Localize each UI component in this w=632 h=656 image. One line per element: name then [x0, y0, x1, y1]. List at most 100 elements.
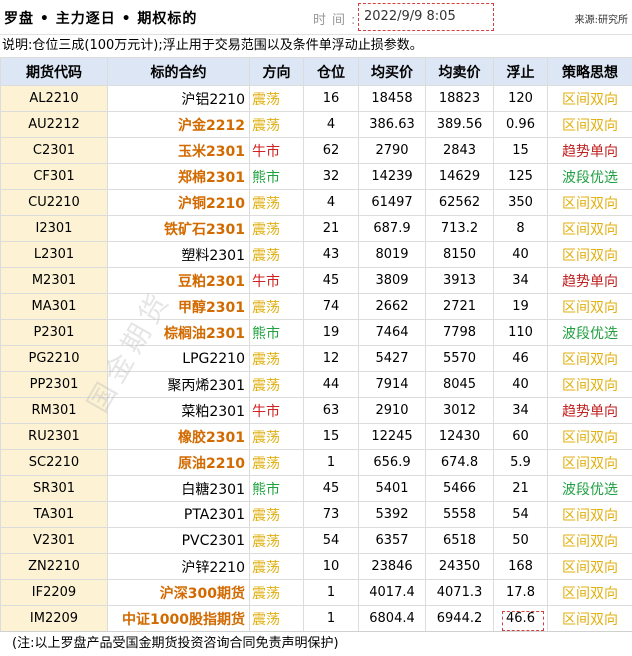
avg-sell-cell: 5558 — [426, 502, 494, 528]
table-row: PP2301聚丙烯2301震荡447914804540区间双向 — [1, 372, 632, 398]
code-cell: L2301 — [1, 242, 108, 268]
contract-cell: 塑料2301 — [108, 242, 250, 268]
table-row: I2301铁矿石2301震荡21687.9713.28区间双向 — [1, 216, 632, 242]
contract-cell: 棕榈油2301 — [108, 320, 250, 346]
code-cell: RM301 — [1, 398, 108, 424]
float-stop-cell: 34 — [494, 268, 548, 294]
contract-cell: 铁矿石2301 — [108, 216, 250, 242]
direction-cell: 熊市 — [250, 476, 304, 502]
direction-cell: 震荡 — [250, 424, 304, 450]
avg-sell-cell: 8045 — [426, 372, 494, 398]
col-header-position: 仓位 — [304, 58, 359, 86]
float-stop-cell: 40 — [494, 242, 548, 268]
position-cell: 44 — [304, 372, 359, 398]
table-row: M2301豆粕2301牛市453809391334趋势单向 — [1, 268, 632, 294]
avg-sell-cell: 14629 — [426, 164, 494, 190]
float-stop-cell: 34 — [494, 398, 548, 424]
footer-disclaimer: (注:以上罗盘产品受国金期货投资咨询合同免责声明保护) — [0, 631, 632, 656]
direction-cell: 震荡 — [250, 372, 304, 398]
avg-sell-cell: 5466 — [426, 476, 494, 502]
float-stop-cell: 125 — [494, 164, 548, 190]
position-cell: 16 — [304, 86, 359, 112]
strategy-cell: 区间双向 — [548, 606, 632, 632]
contract-cell: 沪铜2210 — [108, 190, 250, 216]
contract-cell: PVC2301 — [108, 528, 250, 554]
table-row: V2301PVC2301震荡546357651850区间双向 — [1, 528, 632, 554]
table-row: CU2210沪铜2210震荡46149762562350区间双向 — [1, 190, 632, 216]
avg-buy-cell: 386.63 — [359, 112, 426, 138]
strategy-cell: 区间双向 — [548, 294, 632, 320]
avg-sell-cell: 389.56 — [426, 112, 494, 138]
strategy-cell: 区间双向 — [548, 580, 632, 606]
direction-cell: 熊市 — [250, 320, 304, 346]
direction-cell: 震荡 — [250, 528, 304, 554]
avg-buy-cell: 23846 — [359, 554, 426, 580]
strategy-cell: 区间双向 — [548, 190, 632, 216]
strategy-cell: 波段优选 — [548, 164, 632, 190]
position-cell: 1 — [304, 580, 359, 606]
table-row: IM2209中证1000股指期货震荡16804.46944.246.6区间双向 — [1, 606, 632, 632]
contract-cell: 沪金2212 — [108, 112, 250, 138]
direction-cell: 牛市 — [250, 138, 304, 164]
code-cell: M2301 — [1, 268, 108, 294]
avg-sell-cell: 8150 — [426, 242, 494, 268]
code-cell: P2301 — [1, 320, 108, 346]
contract-cell: LPG2210 — [108, 346, 250, 372]
float-stop-cell: 50 — [494, 528, 548, 554]
strategy-cell: 趋势单向 — [548, 268, 632, 294]
direction-cell: 震荡 — [250, 502, 304, 528]
source-label: 来源:研究所 — [575, 11, 628, 26]
avg-sell-cell: 3012 — [426, 398, 494, 424]
direction-cell: 震荡 — [250, 554, 304, 580]
float-stop-cell: 40 — [494, 372, 548, 398]
strategy-cell: 区间双向 — [548, 112, 632, 138]
strategy-cell: 区间双向 — [548, 86, 632, 112]
code-cell: I2301 — [1, 216, 108, 242]
avg-sell-cell: 2721 — [426, 294, 494, 320]
avg-buy-cell: 4017.4 — [359, 580, 426, 606]
float-stop-cell: 110 — [494, 320, 548, 346]
code-cell: SR301 — [1, 476, 108, 502]
strategy-cell: 区间双向 — [548, 346, 632, 372]
position-cell: 73 — [304, 502, 359, 528]
avg-sell-cell: 3913 — [426, 268, 494, 294]
avg-sell-cell: 62562 — [426, 190, 494, 216]
table-row: MA301甲醇2301震荡742662272119区间双向 — [1, 294, 632, 320]
code-cell: RU2301 — [1, 424, 108, 450]
avg-buy-cell: 5427 — [359, 346, 426, 372]
table-row: PG2210LPG2210震荡125427557046区间双向 — [1, 346, 632, 372]
float-stop-cell: 350 — [494, 190, 548, 216]
position-cell: 4 — [304, 112, 359, 138]
note-text: 说明:仓位三成(100万元计);浮止用于交易范围以及条件单浮动止损参数。 — [0, 35, 632, 58]
float-stop-cell: 60 — [494, 424, 548, 450]
col-header-avg-sell: 均卖价 — [426, 58, 494, 86]
table-header-row: 期货代码 标的合约 方向 仓位 均买价 均卖价 浮止 策略思想 — [1, 58, 632, 86]
code-cell: IM2209 — [1, 606, 108, 632]
position-cell: 10 — [304, 554, 359, 580]
table-row: RM301菜粕2301牛市632910301234趋势单向 — [1, 398, 632, 424]
table-row: SC2210原油2210震荡1656.9674.85.9区间双向 — [1, 450, 632, 476]
strategy-cell: 趋势单向 — [548, 398, 632, 424]
code-cell: MA301 — [1, 294, 108, 320]
avg-buy-cell: 6357 — [359, 528, 426, 554]
avg-buy-cell: 2790 — [359, 138, 426, 164]
contract-cell: PTA2301 — [108, 502, 250, 528]
position-cell: 43 — [304, 242, 359, 268]
direction-cell: 震荡 — [250, 190, 304, 216]
avg-buy-cell: 656.9 — [359, 450, 426, 476]
code-cell: AL2210 — [1, 86, 108, 112]
avg-sell-cell: 18823 — [426, 86, 494, 112]
table-row: IF2209沪深300期货震荡14017.44071.317.8区间双向 — [1, 580, 632, 606]
avg-buy-cell: 2910 — [359, 398, 426, 424]
avg-buy-cell: 14239 — [359, 164, 426, 190]
contract-cell: 郑棉2301 — [108, 164, 250, 190]
strategy-cell: 区间双向 — [548, 528, 632, 554]
position-cell: 32 — [304, 164, 359, 190]
contract-cell: 甲醇2301 — [108, 294, 250, 320]
contract-cell: 原油2210 — [108, 450, 250, 476]
contract-cell: 沪锌2210 — [108, 554, 250, 580]
avg-buy-cell: 7914 — [359, 372, 426, 398]
col-header-strategy: 策略思想 — [548, 58, 632, 86]
float-stop-cell: 54 — [494, 502, 548, 528]
position-cell: 1 — [304, 606, 359, 632]
